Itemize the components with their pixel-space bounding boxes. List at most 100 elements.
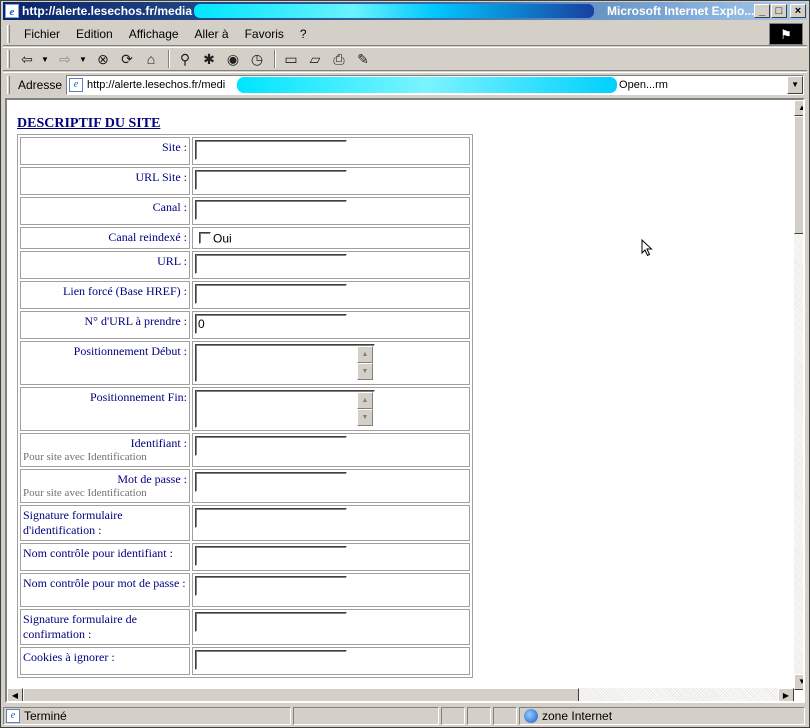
close-button[interactable]: × — [790, 4, 806, 18]
scroll-down-icon[interactable]: ▼ — [357, 409, 373, 426]
windows-logo-icon: ⚑ — [769, 23, 803, 45]
redaction-mark — [237, 76, 618, 93]
status-cell — [441, 707, 465, 725]
edit-icon[interactable]: ✎ — [352, 49, 374, 69]
nom-ctrl-ident-label: Nom contrôle pour identifiant : — [20, 543, 190, 571]
lien-force-input[interactable] — [195, 284, 347, 304]
print-icon[interactable]: ⎙ — [328, 49, 350, 69]
browser-window: e http://alerte.lesechos.fr/media Micros… — [0, 0, 810, 728]
fullscreen-icon[interactable]: ▭ — [280, 49, 302, 69]
menu-help[interactable]: ? — [292, 27, 315, 41]
vertical-scroll-thumb[interactable] — [794, 116, 803, 234]
menu-fichier[interactable]: Fichier — [16, 27, 68, 41]
menu-favoris[interactable]: Favoris — [237, 27, 292, 41]
redaction-mark — [194, 4, 595, 18]
toolbar-separator — [274, 50, 276, 68]
ie-logo-icon: e — [5, 4, 19, 18]
vertical-scrollbar[interactable]: ▲ ▼ — [794, 100, 803, 690]
site-input[interactable] — [195, 140, 347, 160]
mouse-cursor-icon — [641, 239, 653, 257]
nom-ctrl-mdp-input[interactable] — [195, 576, 347, 596]
scroll-down-icon[interactable]: ▼ — [357, 363, 373, 380]
textarea-scrollbar[interactable]: ▲ ▼ — [357, 392, 373, 426]
canal-reindexe-option[interactable]: Oui — [213, 231, 232, 245]
home-icon[interactable]: ⌂ — [140, 49, 162, 69]
address-grip[interactable] — [7, 75, 10, 94]
canal-reindexe-label: Canal reindexé : — [20, 227, 190, 249]
signature-ident-input[interactable] — [195, 508, 347, 528]
nom-ctrl-ident-input[interactable] — [195, 546, 347, 566]
folder-icon[interactable]: ▱ — [304, 49, 326, 69]
title-bar[interactable]: e http://alerte.lesechos.fr/media Micros… — [3, 2, 807, 20]
form-row: Nom contrôle pour mot de passe : — [20, 573, 470, 607]
status-progress-cell — [293, 707, 439, 725]
form-row: URL Site : — [20, 167, 470, 195]
address-dropdown-icon[interactable]: ▼ — [787, 75, 804, 94]
toolbar-grip[interactable] — [7, 50, 10, 68]
lien-force-cell — [192, 281, 470, 309]
canal-reindexe-checkbox[interactable] — [199, 232, 211, 245]
site-cell — [192, 137, 470, 165]
identifiant-hint: Pour site avec Identification — [23, 451, 147, 463]
search-icon[interactable]: ⚲ — [174, 49, 196, 69]
cookies-input[interactable] — [195, 650, 347, 670]
page-content: DESCRIPTIF DU SITE Site : URL Site : Can… — [17, 116, 473, 678]
status-zone: zone Internet — [542, 709, 613, 723]
horizontal-scrollbar[interactable]: ◀ ▶ — [7, 688, 794, 701]
menu-aller-a[interactable]: Aller à — [187, 27, 237, 41]
nom-ctrl-mdp-label: Nom contrôle pour mot de passe : — [20, 573, 190, 607]
canal-cell — [192, 197, 470, 225]
textarea-scrollbar[interactable]: ▲ ▼ — [357, 346, 373, 380]
minimize-button[interactable]: _ — [754, 4, 770, 18]
status-cell — [467, 707, 491, 725]
site-label: Site : — [20, 137, 190, 165]
url-input[interactable] — [195, 254, 347, 274]
url-site-input[interactable] — [195, 170, 347, 190]
pos-debut-label: Positionnement Début : — [20, 341, 190, 385]
scroll-right-icon[interactable]: ▶ — [778, 688, 794, 701]
page-viewport: DESCRIPTIF DU SITE Site : URL Site : Can… — [5, 98, 805, 703]
scroll-left-icon[interactable]: ◀ — [7, 688, 23, 701]
media-icon[interactable]: ◉ — [222, 49, 244, 69]
mot-de-passe-input[interactable] — [195, 472, 347, 492]
scroll-down-icon[interactable]: ▼ — [794, 674, 803, 690]
form-row: Positionnement Début : ▲ ▼ — [20, 341, 470, 385]
menu-edition[interactable]: Edition — [68, 27, 121, 41]
signature-confirm-label: Signature formulaire de confirmation : — [20, 609, 190, 645]
url-site-cell — [192, 167, 470, 195]
form-row: Identifiant : Pour site avec Identificati… — [20, 433, 470, 467]
section-title: DESCRIPTIF DU SITE — [17, 116, 161, 131]
pos-debut-textarea[interactable]: ▲ ▼ — [195, 344, 375, 382]
identifiant-cell — [192, 433, 470, 467]
canal-input[interactable] — [195, 200, 347, 220]
scroll-up-icon[interactable]: ▲ — [794, 100, 803, 116]
page-done-icon: e — [6, 709, 20, 723]
back-dropdown-icon[interactable]: ▼ — [40, 55, 50, 64]
forward-icon[interactable]: ⇨ — [54, 49, 76, 69]
cookies-cell — [192, 647, 470, 675]
address-input[interactable]: e http://alerte.lesechos.fr/medi Open...… — [66, 74, 805, 95]
standard-toolbar: ⇦ ▼ ⇨ ▼ ⊗ ⟳ ⌂ ⚲ ✱ ◉ ◷ ▭ ▱ ⎙ ✎ — [3, 47, 807, 71]
menu-affichage[interactable]: Affichage — [121, 27, 187, 41]
nom-ctrl-mdp-cell — [192, 573, 470, 607]
back-icon[interactable]: ⇦ — [16, 49, 38, 69]
forward-dropdown-icon[interactable]: ▼ — [78, 55, 88, 64]
pos-fin-textarea[interactable]: ▲ ▼ — [195, 390, 375, 428]
identifiant-input[interactable] — [195, 436, 347, 456]
scroll-up-icon[interactable]: ▲ — [357, 346, 373, 363]
horizontal-scroll-thumb[interactable] — [23, 688, 579, 701]
status-zone-cell: zone Internet — [519, 707, 805, 725]
menu-bar: Fichier Edition Affichage Aller à Favori… — [3, 22, 807, 46]
menu-grip[interactable] — [7, 24, 10, 43]
form-row: N° d'URL à prendre : — [20, 311, 470, 339]
address-label: Adresse — [18, 77, 63, 92]
maximize-button[interactable]: □ — [771, 4, 787, 18]
stop-icon[interactable]: ⊗ — [92, 49, 114, 69]
num-url-input[interactable] — [195, 314, 347, 334]
signature-confirm-input[interactable] — [195, 612, 347, 632]
history-icon[interactable]: ◷ — [246, 49, 268, 69]
favorites-icon[interactable]: ✱ — [198, 49, 220, 69]
scroll-up-icon[interactable]: ▲ — [357, 392, 373, 409]
refresh-icon[interactable]: ⟳ — [116, 49, 138, 69]
pos-debut-cell: ▲ ▼ — [192, 341, 470, 385]
